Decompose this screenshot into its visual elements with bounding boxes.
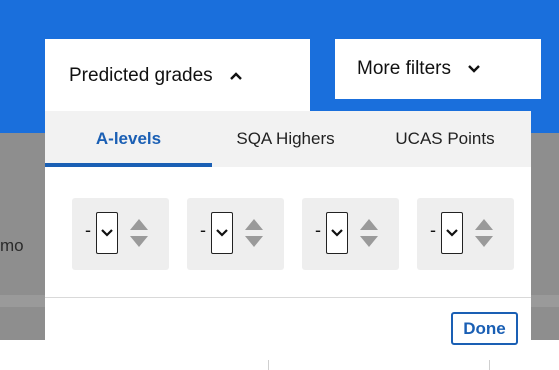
tab-a-levels[interactable]: A-levels	[45, 111, 212, 167]
grade-selectors: - - - -	[72, 198, 517, 270]
select-arrow-icon[interactable]	[326, 212, 348, 254]
more-filters-button[interactable]: More filters	[335, 39, 541, 99]
stepper-icon[interactable]	[243, 215, 265, 251]
select-arrow-icon[interactable]	[211, 212, 233, 254]
stepper-icon[interactable]	[128, 215, 150, 251]
chevron-up-icon	[229, 65, 243, 87]
predicted-grades-button[interactable]: Predicted grades	[45, 39, 310, 113]
done-button[interactable]: Done	[451, 312, 518, 345]
grade-selector[interactable]: -	[72, 198, 169, 270]
tab-ucas-points[interactable]: UCAS Points	[359, 111, 531, 167]
grade-value: -	[430, 220, 436, 240]
grade-value: -	[200, 220, 206, 240]
grade-selector[interactable]: -	[187, 198, 284, 270]
predicted-grades-panel: A-levels SQA Highers UCAS Points - - - -…	[45, 111, 531, 360]
predicted-grades-label: Predicted grades	[69, 65, 213, 86]
background-text-fragment: mo	[0, 236, 24, 255]
more-filters-label: More filters	[357, 58, 451, 79]
grade-value: -	[315, 220, 321, 240]
grade-selector[interactable]: -	[417, 198, 514, 270]
select-arrow-icon[interactable]	[96, 212, 118, 254]
panel-divider	[45, 297, 531, 298]
select-arrow-icon[interactable]	[441, 212, 463, 254]
tab-sqa-highers[interactable]: SQA Highers	[212, 111, 359, 167]
grade-type-tabs: A-levels SQA Highers UCAS Points	[45, 111, 531, 167]
grade-value: -	[85, 220, 91, 240]
chevron-down-icon	[467, 58, 481, 80]
stepper-icon[interactable]	[358, 215, 380, 251]
stepper-icon[interactable]	[473, 215, 495, 251]
grade-selector[interactable]: -	[302, 198, 399, 270]
